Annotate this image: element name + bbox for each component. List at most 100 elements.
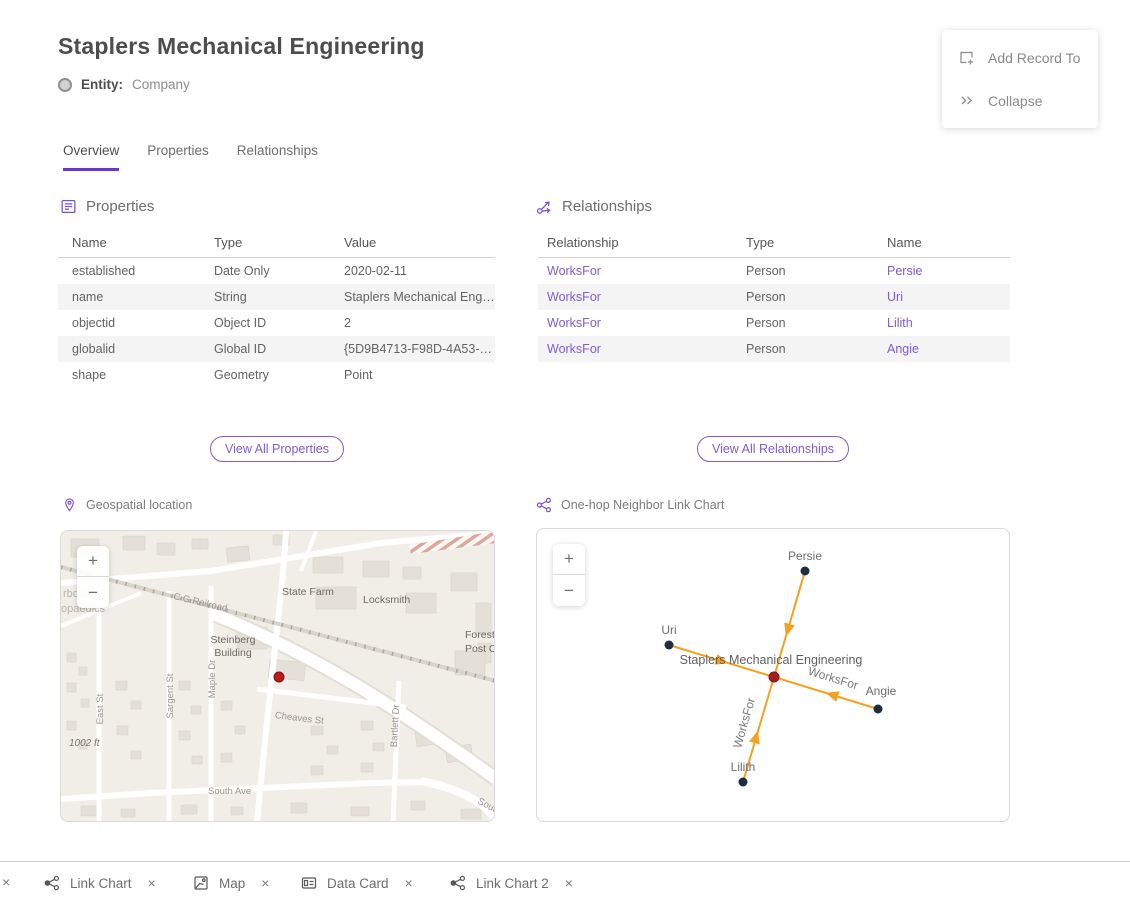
prop-name: name: [58, 284, 200, 310]
relationship-link[interactable]: WorksFor: [538, 310, 737, 336]
close-tab-icon[interactable]: ×: [405, 875, 413, 891]
prop-value: Point: [330, 362, 495, 388]
node-persie[interactable]: [801, 567, 810, 576]
menu-item-collapse[interactable]: Collapse: [942, 79, 1098, 122]
properties-table: Name Type Value established Date Only 20…: [58, 228, 495, 388]
properties-icon: [60, 198, 77, 215]
edge-label: WorksFor: [806, 664, 860, 693]
close-tab-icon[interactable]: ×: [565, 875, 573, 891]
map-label-street: Sargent St: [165, 673, 176, 718]
workspace-tab-link-chart[interactable]: Link Chart ×: [44, 862, 156, 903]
tab-overview[interactable]: Overview: [63, 143, 119, 171]
entity-link[interactable]: Angie: [878, 336, 1010, 362]
zoom-out-button[interactable]: −: [77, 577, 109, 608]
view-all-properties-button[interactable]: View All Properties: [210, 436, 344, 462]
view-all-relationships-button[interactable]: View All Relationships: [697, 436, 849, 462]
map-scale-label: 1002 ft: [69, 738, 101, 749]
workspace-tab-map[interactable]: Map ×: [193, 862, 269, 903]
relationship-link[interactable]: WorksFor: [538, 258, 737, 285]
one-hop-link-chart[interactable]: + − WorksFor WorksFor Persie Uri Angie L: [536, 528, 1010, 822]
prop-name: objectid: [58, 310, 200, 336]
relationship-link[interactable]: WorksFor: [538, 284, 737, 310]
menu-item-add-record-to[interactable]: Add Record To: [942, 36, 1098, 79]
entity-link[interactable]: Uri: [878, 284, 1010, 310]
map-zoom-controls: + −: [77, 546, 109, 608]
col-header: Name: [58, 228, 200, 258]
menu-item-label: Collapse: [988, 93, 1042, 109]
entity-link[interactable]: Persie: [878, 258, 1010, 285]
page-title: Staplers Mechanical Engineering: [58, 33, 425, 60]
tab-label: Data Card: [327, 876, 389, 891]
workspace-tab-link-chart-2[interactable]: Link Chart 2 ×: [450, 862, 573, 903]
rel-type: Person: [737, 284, 878, 310]
properties-section-header: Properties: [60, 198, 154, 215]
map-canvas: rbour opaedics C G Railroad State Farm L…: [61, 531, 495, 822]
partial-tab-close[interactable]: ×: [2, 874, 10, 890]
node-label: Uri: [661, 623, 676, 637]
node-uri[interactable]: [665, 641, 674, 650]
workspace-tab-data-card[interactable]: Data Card ×: [301, 862, 413, 903]
prop-value: {5D9B4713-F98D-4A53-…: [330, 336, 495, 362]
chart-arrowheads: [714, 623, 839, 745]
close-tab-icon[interactable]: ×: [148, 875, 156, 891]
prop-type: Global ID: [200, 336, 330, 362]
prop-name: shape: [58, 362, 200, 388]
relationship-link[interactable]: WorksFor: [538, 336, 737, 362]
tab-properties[interactable]: Properties: [147, 143, 209, 171]
map-label-poi: Steinberg: [211, 634, 256, 646]
node-lilith[interactable]: [739, 778, 748, 787]
table-row: WorksFor Person Persie: [538, 258, 1010, 285]
node-label: Lilith: [731, 760, 756, 774]
table-row: globalid Global ID {5D9B4713-F98D-4A53-…: [58, 336, 495, 362]
rel-type: Person: [737, 336, 878, 362]
col-header: Type: [200, 228, 330, 258]
map-label-street: Maple Dr: [207, 660, 218, 699]
table-row: WorksFor Person Lilith: [538, 310, 1010, 336]
zoom-in-button[interactable]: +: [77, 546, 109, 577]
map-label-poi: Locksmith: [363, 594, 410, 606]
prop-value: 2020-02-11: [330, 258, 495, 285]
table-row: name String Staplers Mechanical Eng…: [58, 284, 495, 310]
table-row: established Date Only 2020-02-11: [58, 258, 495, 285]
entity-link[interactable]: Lilith: [878, 310, 1010, 336]
link-chart-tab-icon: [44, 875, 60, 891]
map-pin-icon: [62, 497, 77, 513]
node-center-entity[interactable]: [769, 672, 779, 682]
prop-type: Object ID: [200, 310, 330, 336]
detail-tabs: Overview Properties Relationships: [63, 143, 318, 171]
close-tab-icon[interactable]: ×: [261, 875, 269, 891]
tab-label: Link Chart 2: [476, 876, 549, 891]
prop-type: Date Only: [200, 258, 330, 285]
entity-label: Entity:: [81, 77, 123, 92]
node-label: Angie: [866, 684, 897, 698]
prop-name: globalid: [58, 336, 200, 362]
link-chart-canvas: WorksFor WorksFor Persie Uri Angie Lilit…: [537, 529, 1010, 822]
table-header-row: Relationship Type Name: [538, 228, 1010, 258]
entity-color-dot: [58, 78, 72, 92]
map-label-poi: State Farm: [282, 586, 334, 598]
entity-badge: Entity: Company: [58, 77, 190, 92]
prop-type: String: [200, 284, 330, 310]
zoom-out-button[interactable]: −: [553, 575, 585, 606]
workspace-tab-bar: × Link Chart × Map × Data Card ×: [0, 861, 1130, 903]
rel-type: Person: [737, 310, 878, 336]
collapse-icon: [958, 92, 975, 109]
table-row: objectid Object ID 2: [58, 310, 495, 336]
section-title: Relationships: [562, 198, 652, 215]
tab-label: Link Chart: [70, 876, 132, 891]
col-header: Relationship: [538, 228, 737, 258]
add-record-icon: [958, 49, 975, 66]
relationships-section-header: Relationships: [536, 198, 652, 215]
tab-label: Map: [219, 876, 245, 891]
node-angie[interactable]: [874, 705, 883, 714]
link-chart-section-header: One-hop Neighbor Link Chart: [536, 497, 724, 513]
table-row: WorksFor Person Uri: [538, 284, 1010, 310]
section-title: Properties: [86, 198, 154, 215]
zoom-in-button[interactable]: +: [553, 544, 585, 575]
geospatial-map[interactable]: + −: [60, 530, 495, 822]
entity-location-marker[interactable]: [274, 672, 284, 682]
map-tab-icon: [193, 875, 209, 891]
menu-item-label: Add Record To: [988, 50, 1080, 66]
tab-relationships[interactable]: Relationships: [237, 143, 318, 171]
col-header: Value: [330, 228, 495, 258]
